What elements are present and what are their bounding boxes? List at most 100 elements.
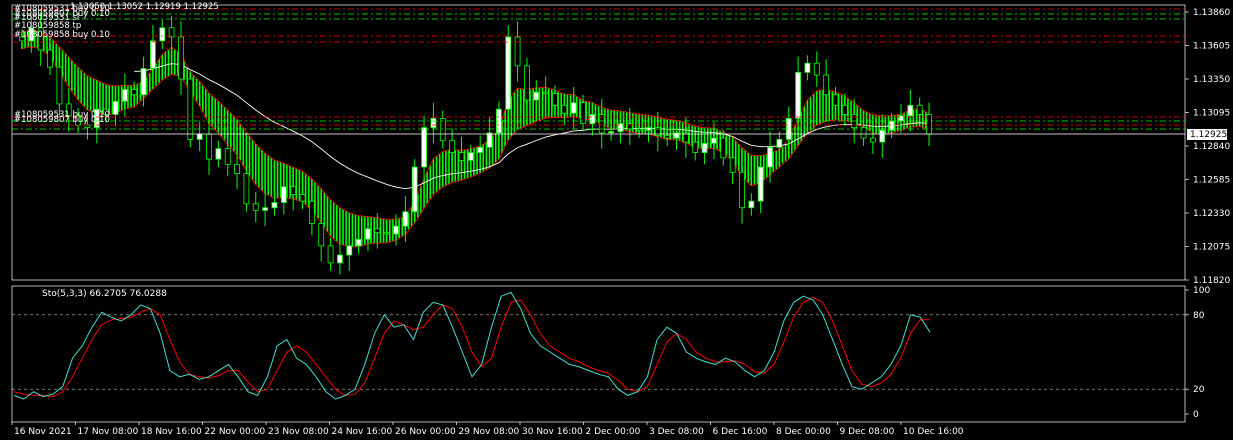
candle-body <box>748 200 755 209</box>
candle-body <box>729 157 736 173</box>
price-tick-label: 1.13605 <box>1193 42 1230 52</box>
candle-body <box>439 118 446 142</box>
candle-body <box>552 93 558 106</box>
candle-body <box>795 72 801 119</box>
candle-body <box>898 115 904 122</box>
candle-body <box>570 102 577 114</box>
candle-body <box>47 49 53 68</box>
candle-body <box>430 118 437 129</box>
price-tick-label: 1.12840 <box>1193 142 1230 152</box>
time-tick-label: 17 Nov 08:00 <box>78 427 139 437</box>
candle-body <box>187 78 194 140</box>
candle-body <box>505 36 512 110</box>
candle-body <box>542 91 549 94</box>
candle-body <box>608 131 614 134</box>
candle-body <box>121 89 128 102</box>
candle-body <box>813 62 820 76</box>
candle-body <box>916 104 923 115</box>
candle-body <box>626 123 633 130</box>
candle-body <box>196 133 203 140</box>
time-tick-label: 3 Dec 08:00 <box>649 427 704 437</box>
price-tick-label: 1.11820 <box>1193 276 1230 286</box>
candle-body <box>477 146 484 153</box>
time-axis: 16 Nov 2021 17 Nov 08:00 18 Nov 16:00 22 No… <box>11 422 964 437</box>
time-tick-label: 30 Nov 16:00 <box>522 427 583 437</box>
stochastic-panel: 100 80 20 0 <box>12 286 1210 420</box>
candle-body <box>823 74 830 96</box>
candle-body <box>308 200 315 224</box>
candle-body <box>467 152 474 161</box>
candle-body <box>580 102 586 125</box>
stochastic-main-line <box>13 291 931 400</box>
time-tick-label: 24 Nov 16:00 <box>332 427 393 437</box>
ribbon-lower-edge <box>21 46 930 248</box>
candle-body <box>711 137 717 144</box>
candle-body <box>832 94 839 106</box>
candle-body <box>56 66 63 105</box>
candle-body <box>589 114 596 125</box>
candle-body <box>206 133 212 160</box>
time-tick-label: 26 Nov 00:00 <box>395 427 456 437</box>
candle-body <box>327 245 334 264</box>
candle-body <box>112 100 119 115</box>
candle-body <box>234 163 240 174</box>
candle-body <box>159 27 166 42</box>
candle-body <box>421 127 427 168</box>
price-tick-label: 1.13350 <box>1193 75 1230 85</box>
candle-body <box>533 91 540 101</box>
candle-body <box>299 194 306 202</box>
time-tick-label: 23 Nov 08:00 <box>268 427 329 437</box>
stochastic-tick-label: 80 <box>1193 311 1205 321</box>
candle-body <box>757 166 764 202</box>
candle-body <box>402 211 409 227</box>
candle-body <box>215 148 222 160</box>
candle-body <box>767 146 773 168</box>
candle-body <box>393 225 399 235</box>
time-tick-label: 8 Dec 00:00 <box>776 427 831 437</box>
candle-body <box>243 173 250 205</box>
price-tick-label: 1.12075 <box>1193 243 1230 253</box>
time-tick-label: 10 Dec 16:00 <box>903 427 964 437</box>
candle-body <box>926 114 932 135</box>
candle-body <box>355 238 362 247</box>
candle-body <box>486 132 493 148</box>
candle-body <box>346 245 353 256</box>
price-tick-label: 1.12330 <box>1193 209 1230 219</box>
candle-body <box>131 89 138 96</box>
candle-body <box>701 142 708 153</box>
candle-body <box>178 36 184 80</box>
candle-body <box>869 137 876 143</box>
candle-body <box>411 166 418 213</box>
trade-label: #108059807 buy 0.10 <box>14 115 110 125</box>
candle-body <box>252 203 259 211</box>
candle-body <box>561 104 568 114</box>
candle-body <box>365 228 371 240</box>
time-tick-label: 22 Nov 00:00 <box>205 427 266 437</box>
time-tick-label: 6 Dec 16:00 <box>713 427 768 437</box>
current-price-marker: 1.12925 <box>1187 129 1227 140</box>
chart-canvas: 1.13860 1.13605 1.13350 1.13095 1.12840 1.125… <box>11 2 1230 437</box>
candle-body <box>524 65 530 101</box>
candle-body <box>271 202 278 209</box>
stochastic-tick-label: 0 <box>1193 410 1199 420</box>
price-tick-label: 1.13095 <box>1193 109 1230 119</box>
price-panel-border <box>11 4 1186 281</box>
candle-body <box>514 36 521 67</box>
candle-body <box>739 171 745 209</box>
candle-body <box>262 207 269 211</box>
time-tick-label: 9 Dec 08:00 <box>840 427 895 437</box>
candle-body <box>664 135 671 139</box>
price-axis: 1.13860 1.13605 1.13350 1.13095 1.12840 1.125… <box>1185 8 1230 286</box>
candle-body <box>458 152 465 161</box>
trade-label: #108059858 buy 0.10 <box>14 30 110 40</box>
price-tick-label: 1.13860 <box>1193 8 1230 18</box>
time-tick-label: 29 Nov 08:00 <box>459 427 520 437</box>
candle-body <box>280 186 287 203</box>
stochastic-label: Sto(5,3,3) 66.2705 76.0288 <box>42 289 167 299</box>
candle-body <box>383 232 390 235</box>
candle-body <box>804 62 811 73</box>
candle-body <box>692 141 699 153</box>
candle-body <box>337 254 343 264</box>
text-overlays: 1.13050 1.13052 1.12919 1.12925 Sto(5,3,… <box>42 2 219 299</box>
candle-body <box>449 140 456 153</box>
